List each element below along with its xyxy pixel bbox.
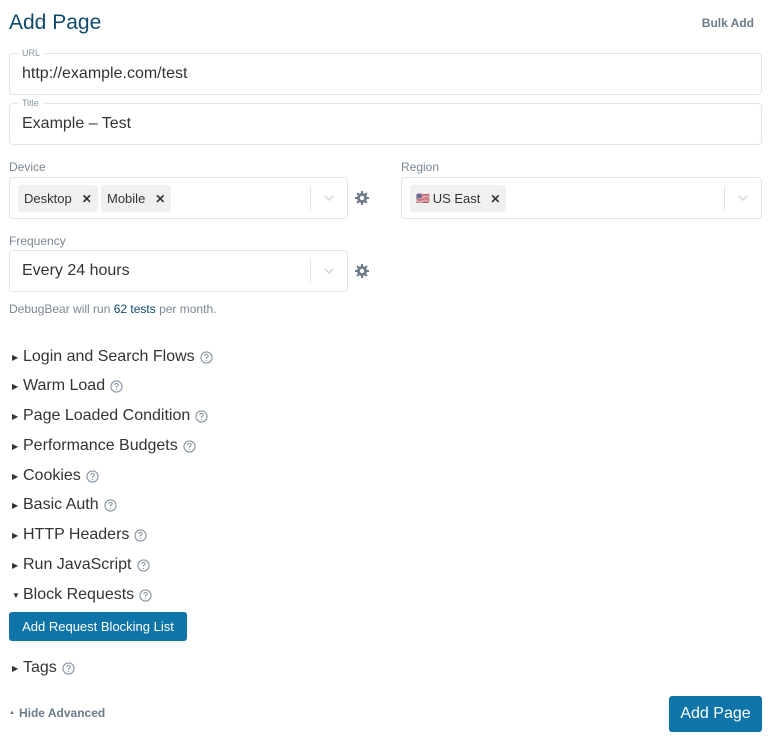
help-icon[interactable]: [200, 350, 213, 364]
device-gear-icon[interactable]: [354, 190, 370, 206]
remove-mobile-icon[interactable]: ✕: [155, 192, 165, 206]
section-block-requests[interactable]: ▼ Block Requests: [12, 585, 152, 605]
hide-advanced-label: Hide Advanced: [18, 706, 106, 720]
test-count-info: DebugBear will run 62 tests per month.: [9, 302, 216, 316]
triangle-down-icon: ▼: [12, 590, 20, 600]
help-icon[interactable]: [136, 558, 150, 572]
chip-label: US East: [432, 191, 481, 206]
section-login-and-search-flows[interactable]: ▶ Login and Search Flows: [12, 347, 213, 367]
section-tags[interactable]: ▶ Tags: [12, 658, 75, 678]
help-icon[interactable]: [62, 661, 75, 675]
section-http-headers[interactable]: ▶ HTTP Headers: [12, 525, 148, 545]
triangle-right-icon: ▶: [12, 381, 19, 391]
select-separator: [310, 259, 311, 283]
device-chip-desktop: Desktop ✕: [18, 185, 98, 212]
add-request-blocking-list-button[interactable]: Add Request Blocking List: [9, 612, 187, 641]
triangle-right-icon: ▶: [12, 441, 19, 451]
frequency-value: Every 24 hours: [22, 262, 130, 279]
triangle-up-icon: ▲: [9, 710, 15, 716]
triangle-right-icon: ▶: [12, 560, 19, 570]
url-input[interactable]: [22, 65, 742, 83]
section-cookies[interactable]: ▶ Cookies: [12, 466, 99, 486]
remove-us-east-icon[interactable]: ✕: [490, 192, 500, 206]
region-select[interactable]: 🇺🇸 US East ✕: [401, 177, 762, 219]
url-field[interactable]: URL: [9, 48, 762, 95]
section-label: Basic Auth: [23, 496, 99, 513]
hide-advanced-toggle[interactable]: ▲ Hide Advanced: [9, 706, 105, 720]
help-icon[interactable]: [103, 498, 117, 512]
section-performance-budgets[interactable]: ▶ Performance Budgets: [12, 436, 196, 456]
section-label: HTTP Headers: [23, 526, 130, 543]
section-label: Login and Search Flows: [23, 348, 195, 365]
device-label: Device: [9, 160, 46, 174]
section-label: Performance Budgets: [23, 437, 178, 454]
frequency-gear-icon[interactable]: [354, 263, 370, 279]
url-legend: URL: [18, 48, 45, 59]
region-label: Region: [401, 160, 440, 174]
triangle-right-icon: ▶: [12, 471, 19, 481]
add-page-button[interactable]: Add Page: [669, 696, 762, 732]
select-separator: [724, 186, 725, 210]
section-label: Cookies: [23, 467, 81, 484]
bulk-add-link[interactable]: Bulk Add: [702, 16, 754, 30]
help-icon[interactable]: [110, 379, 123, 393]
section-basic-auth[interactable]: ▶ Basic Auth: [12, 495, 117, 515]
page-title: Add Page: [9, 11, 102, 34]
section-label: Block Requests: [23, 586, 135, 603]
help-icon[interactable]: [86, 469, 99, 483]
section-label: Page Loaded Condition: [23, 407, 191, 424]
section-page-loaded-condition[interactable]: ▶ Page Loaded Condition: [12, 406, 208, 426]
frequency-select[interactable]: Every 24 hours: [9, 250, 348, 292]
chip-label: Mobile: [107, 191, 146, 206]
select-separator: [310, 186, 311, 210]
device-select[interactable]: Desktop ✕ Mobile ✕: [9, 177, 348, 219]
help-icon[interactable]: [195, 409, 208, 423]
device-chip-mobile: Mobile ✕: [101, 185, 172, 212]
section-warm-load[interactable]: ▶ Warm Load: [12, 376, 123, 396]
us-flag-icon: 🇺🇸: [416, 193, 430, 205]
triangle-right-icon: ▶: [12, 411, 19, 421]
chip-label: Desktop: [24, 191, 72, 206]
help-icon[interactable]: [134, 528, 148, 542]
help-icon[interactable]: [139, 588, 152, 602]
chevron-down-icon[interactable]: [322, 264, 336, 278]
info-prefix: DebugBear will run: [9, 302, 114, 316]
section-label: Tags: [23, 659, 57, 676]
triangle-right-icon: ▶: [12, 530, 19, 540]
chevron-down-icon[interactable]: [322, 191, 336, 205]
section-label: Run JavaScript: [23, 556, 132, 573]
triangle-right-icon: ▶: [12, 500, 19, 510]
chevron-down-icon[interactable]: [736, 191, 750, 205]
section-run-javascript[interactable]: ▶ Run JavaScript: [12, 555, 150, 575]
section-label: Warm Load: [23, 377, 106, 394]
region-chip-us-east: 🇺🇸 US East ✕: [410, 185, 507, 212]
triangle-right-icon: ▶: [12, 663, 19, 673]
help-icon[interactable]: [183, 439, 196, 453]
info-suffix: per month.: [155, 302, 217, 316]
title-input[interactable]: [22, 115, 742, 133]
title-field[interactable]: Title: [9, 98, 762, 145]
test-count: 62 tests: [113, 302, 156, 316]
frequency-label: Frequency: [9, 234, 66, 248]
remove-desktop-icon[interactable]: ✕: [82, 192, 92, 206]
title-legend: Title: [18, 98, 43, 109]
triangle-right-icon: ▶: [12, 352, 19, 362]
